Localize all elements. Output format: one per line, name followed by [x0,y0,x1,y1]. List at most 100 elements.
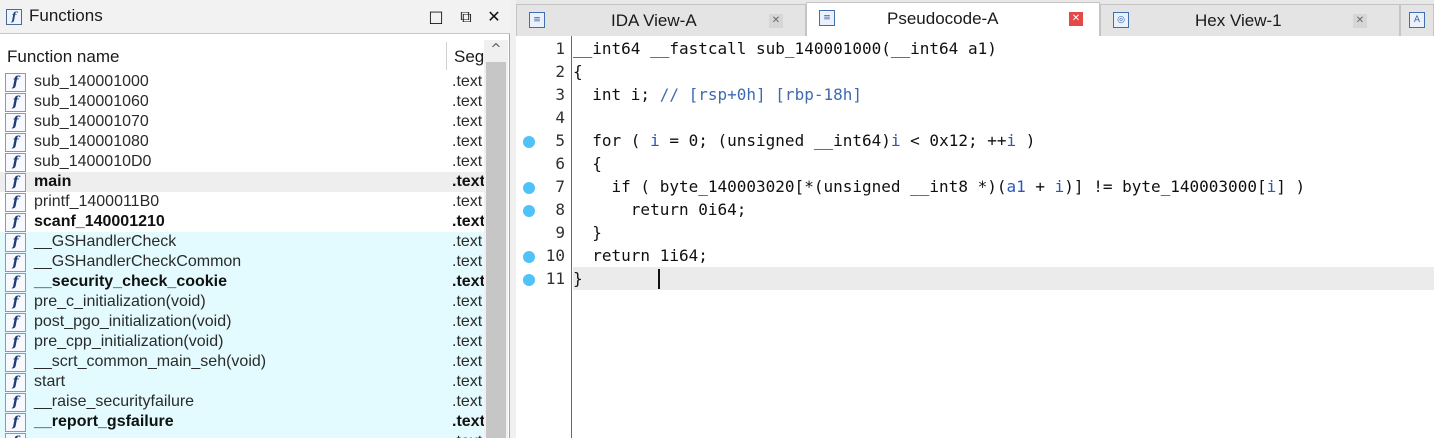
code-text: + [1025,177,1055,196]
function-row[interactable]: f sub_140001070 .text [0,112,484,132]
code-line[interactable]: __int64 __fastcall sub_140001000(__int64… [573,37,997,60]
column-header-segment[interactable]: Segment [454,47,484,67]
function-row[interactable]: f sub_1400010D0 .text [0,152,484,172]
function-row[interactable]: f __GSHandlerCheckCommon .text [0,252,484,272]
function-row[interactable]: f .text [0,432,484,438]
line-number: 9 [555,223,565,242]
breakpoint-marker-icon[interactable] [523,274,535,286]
code-variable: i [1006,131,1017,150]
code-text: __int64 __fastcall sub_140001000(__int64… [573,39,997,58]
function-segment: .text [452,293,483,310]
tab-bar: ≡ IDA View-A ✕ ≡ Pseudocode-A ✕ ◎ Hex View-1 ✕ A [516,0,1434,36]
function-row[interactable]: f scanf_140001210 .text [0,212,484,232]
function-segment: .text [452,393,483,410]
code-comment: // [rsp+0h] [rbp-18h] [659,85,862,104]
float-window-icon[interactable]: ⧉ [456,7,476,27]
code-line[interactable]: } [573,221,602,244]
function-row[interactable]: f pre_c_initialization(void) .text [0,292,484,312]
tab-label: Pseudocode-A [887,9,999,28]
functions-title: Functions [29,6,103,25]
function-row[interactable]: f sub_140001060 .text [0,92,484,112]
line-number: 1 [555,39,565,58]
line-number: 5 [555,131,565,150]
function-name: sub_1400010D0 [34,153,152,170]
pseudocode-icon: ≡ [819,10,835,26]
scrollbar-thumb[interactable] [486,62,506,438]
function-segment: .text [452,113,483,130]
column-header-function-name[interactable]: Function name [7,47,119,67]
function-icon: f [5,233,26,252]
function-row[interactable]: f pre_cpp_initialization(void) .text [0,332,484,352]
function-row[interactable]: f sub_140001000 .text [0,72,484,92]
function-segment: .text [452,173,484,190]
tab-close-icon[interactable]: ✕ [1353,14,1367,28]
code-text: = 0; (unsigned __int64) [659,131,891,150]
function-row[interactable]: f sub_140001080 .text [0,132,484,152]
function-name: scanf_140001210 [34,213,165,230]
code-line[interactable]: } [573,267,1434,290]
tab-close-icon[interactable]: ✕ [1069,12,1083,26]
code-line[interactable]: if ( byte_140003020[*(unsigned __int8 *)… [573,175,1306,198]
tab-structures[interactable]: A [1400,4,1434,36]
code-line[interactable]: int i; // [rsp+0h] [rbp-18h] [573,83,862,106]
function-icon: f [5,373,26,392]
function-row[interactable]: f post_pgo_initialization(void) .text [0,312,484,332]
function-segment: .text [452,193,483,210]
function-icon: f [5,133,26,152]
close-icon[interactable]: ✕ [484,7,504,27]
functions-column-header: Function name Segment [0,40,484,72]
code-line[interactable]: return 1i64; [573,244,708,267]
function-segment: .text [452,253,483,270]
tab-label: Hex View-1 [1195,11,1282,30]
tab-hex-view-1[interactable]: ◎ Hex View-1 ✕ [1100,4,1400,36]
function-name: __security_check_cookie [34,273,228,290]
function-name: __report_gsfailure [34,413,174,430]
function-row[interactable]: f __GSHandlerCheck .text [0,232,484,252]
function-segment: .text [452,353,483,370]
functions-scrollbar[interactable]: ^ [484,40,508,438]
function-icon: f [5,353,26,372]
function-icon: f [5,333,26,352]
functions-title-bar: f Functions □ ⧉ ✕ [0,0,510,34]
function-row[interactable]: f __scrt_common_main_seh(void) .text [0,352,484,372]
function-name: sub_140001080 [34,133,149,150]
tab-close-icon[interactable]: ✕ [769,14,783,28]
function-icon: f [5,313,26,332]
function-name: printf_1400011B0 [34,193,160,210]
function-icon: f [5,293,26,312]
line-number: 6 [555,154,565,173]
breakpoint-marker-icon[interactable] [523,136,535,148]
function-icon: f [5,113,26,132]
code-line[interactable]: for ( i = 0; (unsigned __int64)i < 0x12;… [573,129,1035,152]
function-row[interactable]: f start .text [0,372,484,392]
code-line[interactable]: return 0i64; [573,198,747,221]
code-variable: i [1266,177,1277,196]
function-row[interactable]: f printf_1400011B0 .text [0,192,484,212]
code-line[interactable]: { [573,60,583,83]
function-segment: .text [452,233,483,250]
function-icon: f [5,93,26,112]
function-name: pre_cpp_initialization(void) [34,333,224,350]
breakpoint-marker-icon[interactable] [523,205,535,217]
pseudocode-editor[interactable]: 1 2 3 4 5 6 7 8 9 10 11 __int64 __fastcall sub_140… [516,36,1434,438]
column-divider[interactable] [446,42,447,70]
breakpoint-marker-icon[interactable] [523,251,535,263]
text-cursor [658,269,660,289]
tab-ida-view-a[interactable]: ≡ IDA View-A ✕ [516,4,806,36]
maximize-icon[interactable]: □ [426,7,446,27]
breakpoint-marker-icon[interactable] [523,182,535,194]
function-segment: .text [452,73,483,90]
function-row[interactable]: f __report_gsfailure .text [0,412,484,432]
function-name: post_pgo_initialization(void) [34,313,232,330]
code-line[interactable]: { [573,152,602,175]
function-row[interactable]: f main .text [0,172,484,192]
function-row[interactable]: f __security_check_cookie .text [0,272,484,292]
tab-pseudocode-a[interactable]: ≡ Pseudocode-A ✕ [806,2,1100,36]
scroll-up-icon[interactable]: ^ [484,40,508,60]
code-text: ] ) [1276,177,1306,196]
tab-label: IDA View-A [611,11,697,30]
function-icon: f [5,273,26,292]
function-row[interactable]: f __raise_securityfailure .text [0,392,484,412]
function-icon: f [5,73,26,92]
code-text: { [573,154,602,173]
